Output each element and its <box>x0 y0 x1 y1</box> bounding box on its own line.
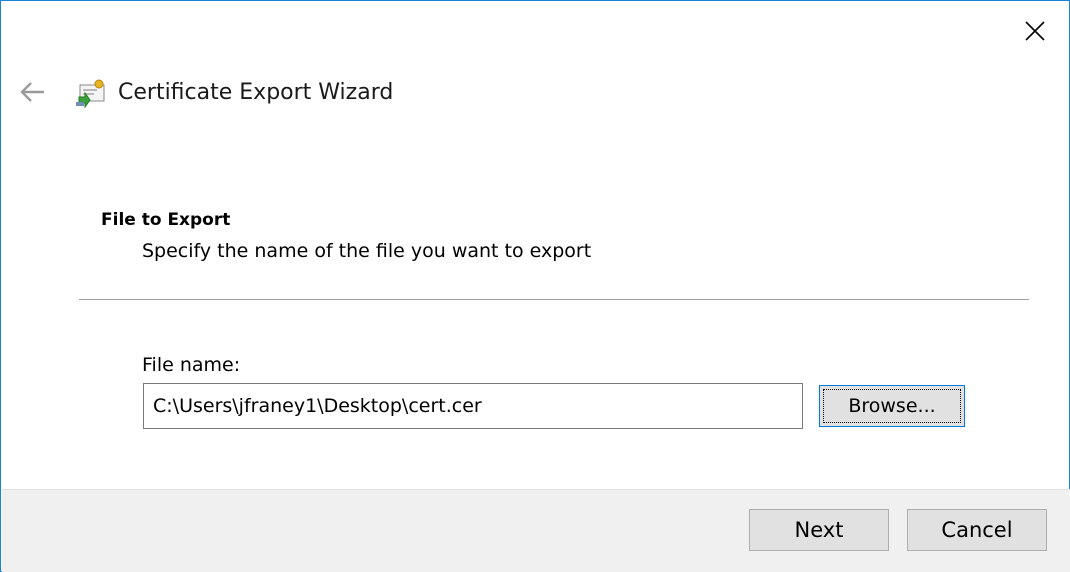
wizard-title: Certificate Export Wizard <box>118 80 394 105</box>
browse-button-label: Browse... <box>848 395 936 417</box>
section-subtitle: Specify the name of the file you want to… <box>142 240 592 262</box>
file-name-label: File name: <box>142 354 241 376</box>
close-button[interactable] <box>1013 11 1057 51</box>
browse-button[interactable]: Browse... <box>819 385 965 427</box>
section-title: File to Export <box>101 210 231 230</box>
certificate-icon <box>74 75 108 109</box>
cancel-button[interactable]: Cancel <box>907 509 1047 551</box>
back-arrow-icon <box>20 82 44 102</box>
back-button[interactable] <box>15 77 49 107</box>
cancel-button-label: Cancel <box>941 518 1013 542</box>
divider <box>79 299 1029 300</box>
file-name-input[interactable] <box>143 383 803 429</box>
next-button-label: Next <box>794 518 844 542</box>
next-button[interactable]: Next <box>749 509 889 551</box>
certificate-export-wizard-window: Certificate Export Wizard File to Export… <box>0 0 1070 572</box>
close-icon <box>1025 21 1045 41</box>
